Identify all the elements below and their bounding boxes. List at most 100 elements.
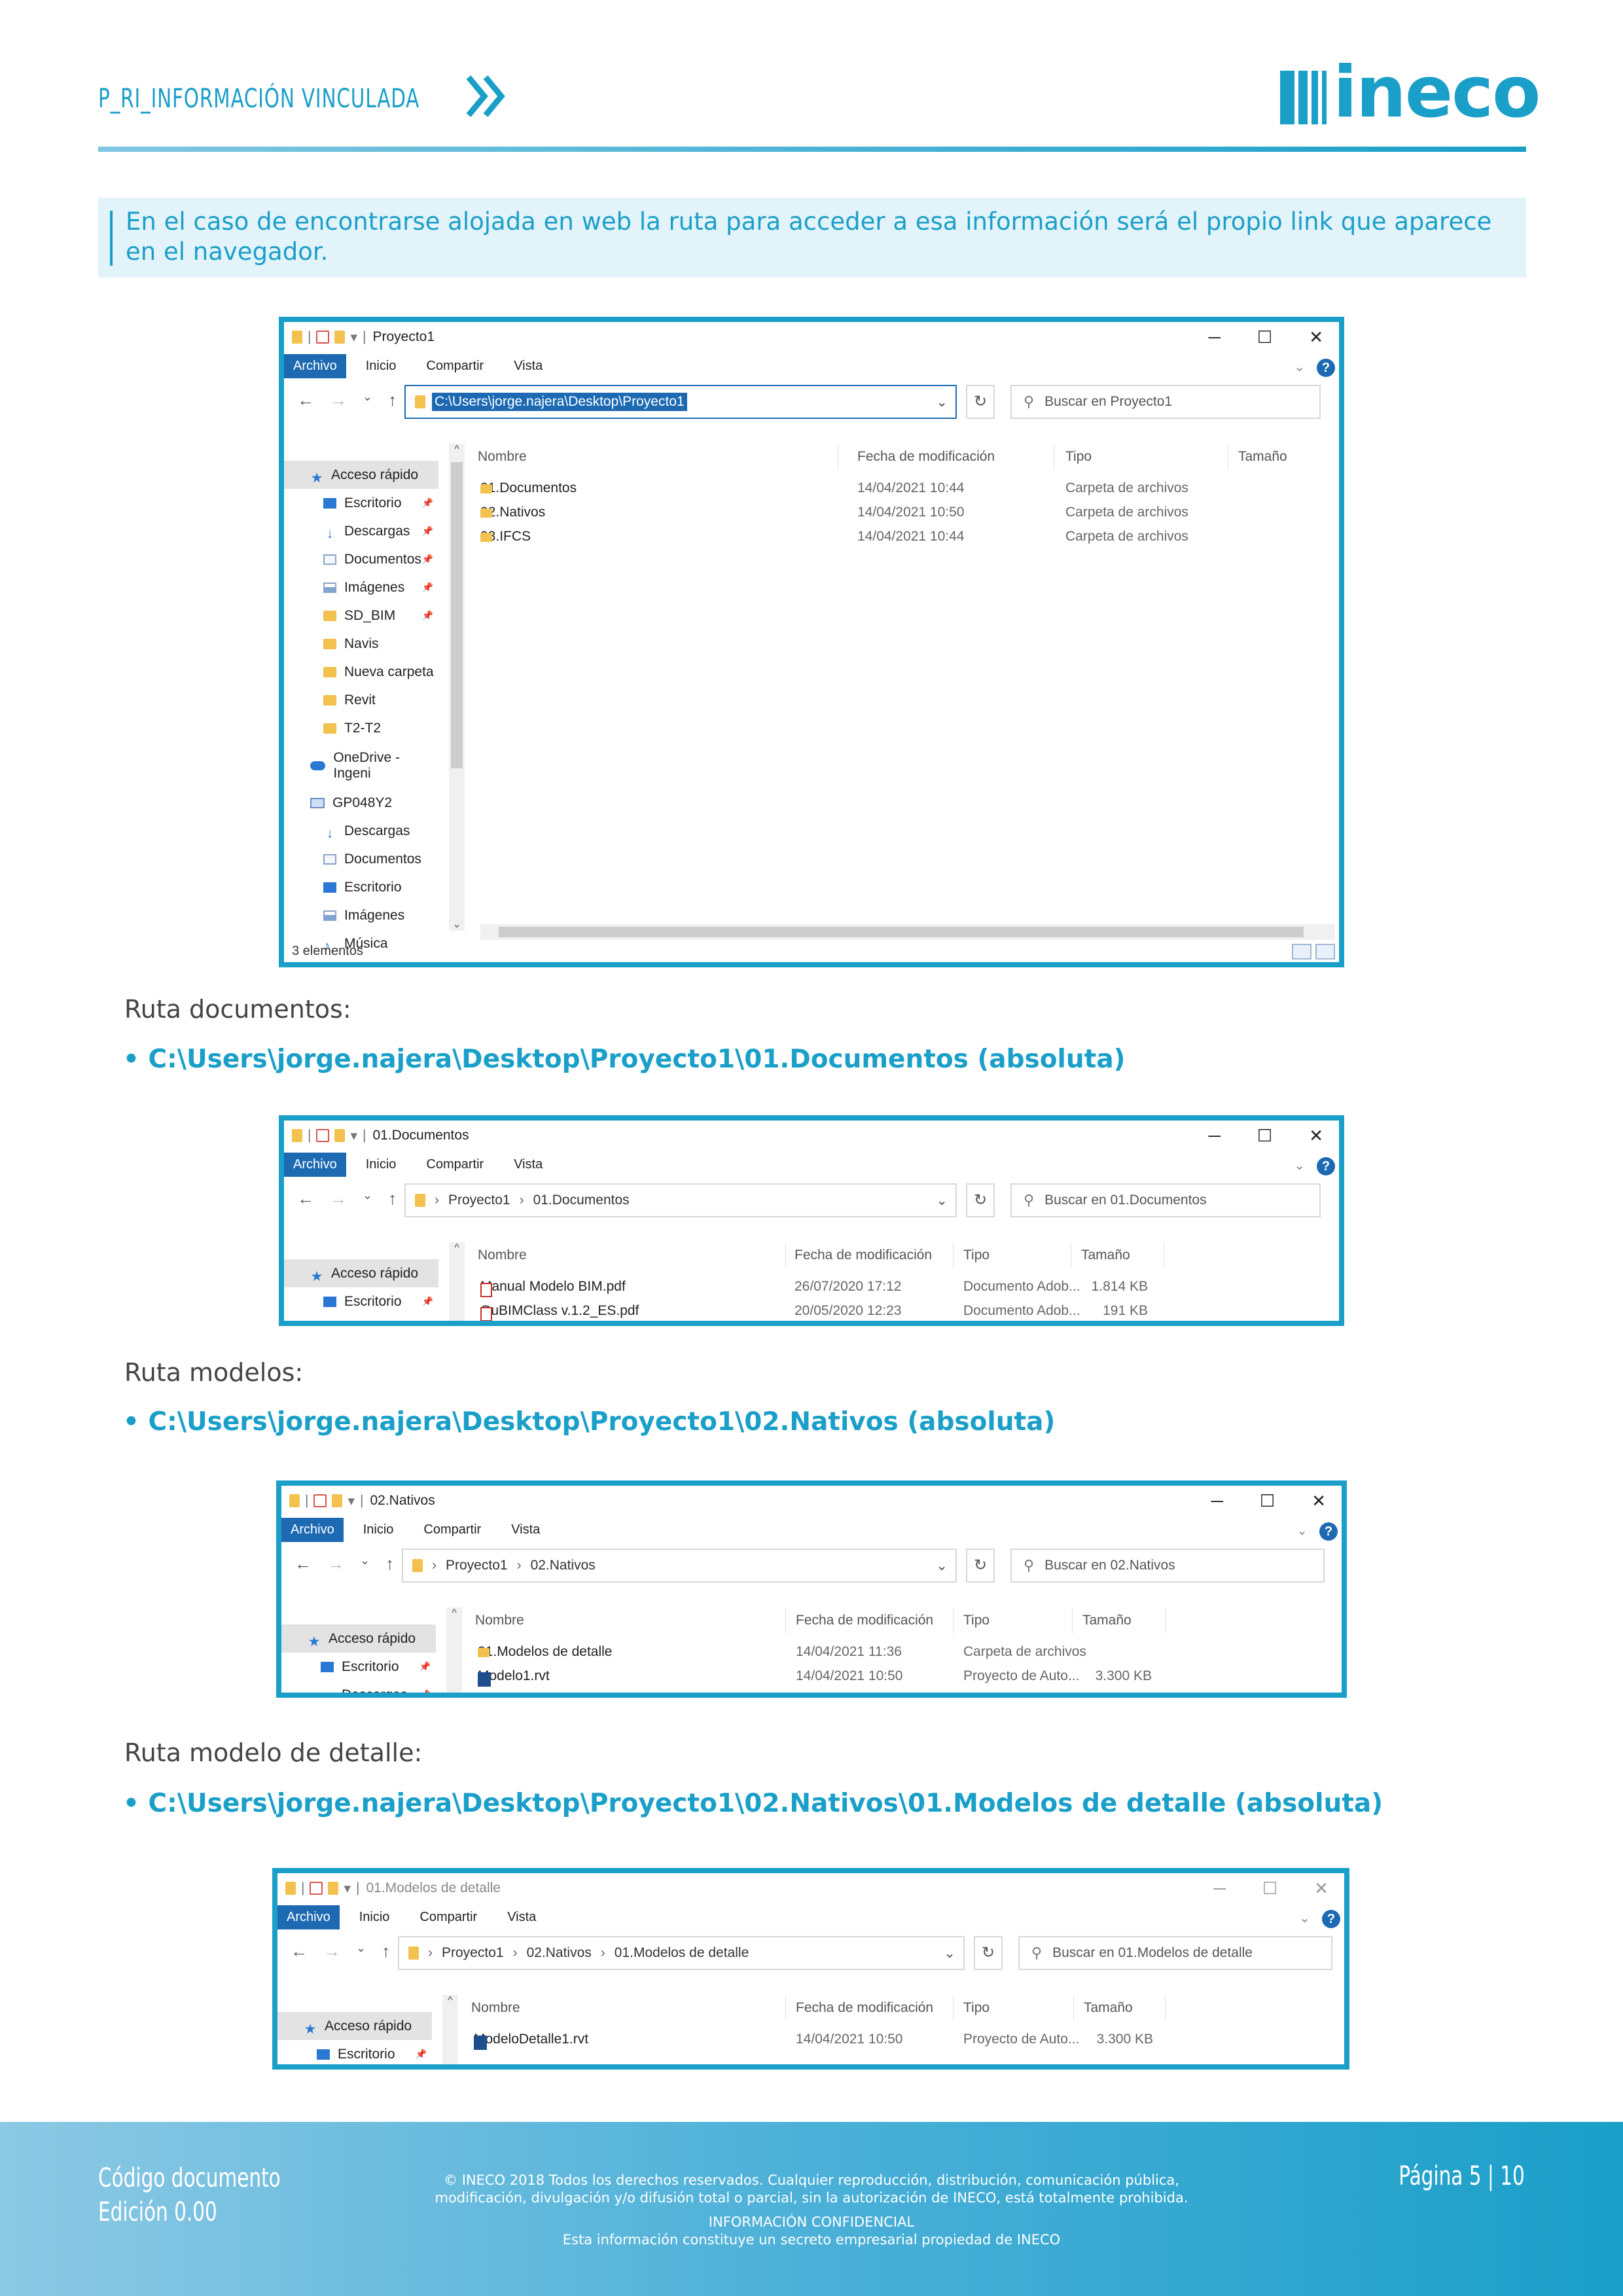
file-row[interactable]: 03.IFCS 14/04/2021 10:44 Carpeta de archiv… [480, 525, 1331, 548]
address-bar[interactable]: › Proyecto1 › 02.Nativos › 01.Modelos de de… [398, 1936, 965, 1970]
sidebar-scrollbar[interactable]: ^ [446, 1607, 462, 1693]
sidebar-item[interactable]: ★ Acceso rápido [281, 1624, 436, 1653]
tab-vista[interactable]: Vista [511, 1522, 540, 1537]
column-tipo[interactable]: Tipo [963, 2000, 990, 2016]
help-button[interactable]: ? [1319, 1522, 1338, 1541]
tab-archivo[interactable]: Archivo [284, 1152, 346, 1177]
column-fecha[interactable]: Fecha de modificación [796, 2000, 933, 2016]
scroll-thumb[interactable] [451, 462, 463, 768]
forward-arrow-icon[interactable]: → [330, 390, 347, 410]
sidebar-item[interactable]: ★ Acceso rápido [284, 461, 438, 489]
close-button[interactable]: ✕ [1311, 1491, 1326, 1511]
address-text[interactable]: C:\Users\jorge.najera\Desktop\Proyecto1 [432, 393, 687, 411]
column-tamano[interactable]: Tamaño [1238, 449, 1287, 465]
forward-arrow-icon[interactable]: → [323, 1941, 340, 1962]
expand-ribbon-icon[interactable]: ⌄ [1294, 359, 1305, 375]
file-row[interactable]: ModeloDetalle1.rvt 14/04/2021 10:50 Proyec… [474, 2028, 1338, 2051]
sidebar-item[interactable]: SD_BIM 📌 [284, 601, 438, 630]
sidebar-scrollbar[interactable]: ^ [449, 1242, 465, 1321]
properties-icon[interactable] [316, 1129, 330, 1142]
column-nombre[interactable]: Nombre [478, 1247, 527, 1263]
column-tipo[interactable]: Tipo [963, 1247, 990, 1263]
tab-archivo[interactable]: Archivo [277, 1905, 340, 1929]
recent-dropdown-icon[interactable]: ⌄ [356, 1941, 366, 1962]
sidebar-item[interactable]: ★ Acceso rápido [277, 2012, 432, 2040]
recent-dropdown-icon[interactable]: ⌄ [363, 1189, 372, 1209]
back-arrow-icon[interactable]: ← [294, 1554, 312, 1574]
tab-compartir[interactable]: Compartir [419, 1910, 477, 1925]
recent-dropdown-icon[interactable]: ⌄ [363, 390, 372, 410]
up-arrow-icon[interactable]: ↑ [385, 1554, 394, 1574]
tab-inicio[interactable]: Inicio [359, 1910, 390, 1925]
address-bar[interactable]: › Proyecto1 › 01.Documentos ⌄ [404, 1183, 957, 1217]
sidebar-scrollbar[interactable]: ^ ⌄ [449, 444, 465, 931]
maximize-button[interactable]: ☐ [1262, 1878, 1277, 1899]
scroll-up-icon[interactable]: ^ [449, 1242, 465, 1254]
breadcrumb-proyecto1[interactable]: Proyecto1 [448, 1193, 510, 1208]
breadcrumb-nativos[interactable]: 02.Nativos [531, 1558, 596, 1573]
close-button[interactable]: ✕ [1314, 1878, 1329, 1899]
tab-archivo[interactable]: Archivo [281, 1517, 344, 1542]
expand-ribbon-icon[interactable]: ⌄ [1296, 1522, 1308, 1539]
breadcrumb-proyecto1[interactable]: Proyecto1 [442, 1945, 504, 1961]
close-button[interactable]: ✕ [1309, 327, 1323, 348]
tab-vista[interactable]: Vista [507, 1910, 536, 1925]
sidebar-item[interactable]: GP048Y2 [284, 789, 438, 817]
expand-ribbon-icon[interactable]: ⌄ [1299, 1910, 1310, 1926]
minimize-button[interactable]: ─ [1208, 327, 1220, 348]
sidebar-item[interactable]: Escritorio 📌 [284, 489, 438, 517]
maximize-button[interactable]: ☐ [1257, 1126, 1272, 1146]
minimize-button[interactable]: ─ [1211, 1491, 1222, 1511]
sidebar-item[interactable]: Escritorio [284, 873, 438, 901]
file-row[interactable]: Modelo1.rvt 14/04/2021 10:50 Proyecto de A… [478, 1664, 1335, 1688]
sidebar-item[interactable]: Documentos 📌 [284, 545, 438, 573]
sidebar-item[interactable]: Escritorio 📌 [277, 2040, 432, 2064]
quick-access-dropdown-icon[interactable]: ▾ [348, 1493, 355, 1509]
breadcrumb-modelos-detalle[interactable]: 01.Modelos de detalle [615, 1945, 749, 1961]
scroll-up-icon[interactable]: ^ [446, 1607, 462, 1619]
sidebar-item[interactable]: OneDrive - Ingeni [284, 750, 438, 781]
scroll-down-icon[interactable]: ⌄ [449, 918, 465, 931]
column-tamano[interactable]: Tamaño [1081, 1247, 1130, 1263]
tab-vista[interactable]: Vista [514, 1157, 543, 1172]
new-folder-icon[interactable] [332, 1494, 343, 1507]
maximize-button[interactable]: ☐ [1260, 1491, 1275, 1511]
file-row[interactable]: Manual Modelo BIM.pdf 26/07/2020 17:12 Doc… [480, 1275, 1331, 1299]
properties-icon[interactable] [316, 331, 330, 344]
maximize-button[interactable]: ☐ [1257, 327, 1272, 348]
file-row[interactable]: 01.Documentos 14/04/2021 10:44 Carpeta de … [480, 476, 1331, 500]
column-tipo[interactable]: Tipo [1065, 449, 1092, 465]
column-tamano[interactable]: Tamaño [1084, 2000, 1133, 2016]
help-button[interactable]: ? [1322, 1910, 1340, 1928]
breadcrumb-proyecto1[interactable]: Proyecto1 [446, 1558, 508, 1573]
sidebar-item[interactable]: T2-T2 [284, 714, 438, 742]
scroll-up-icon[interactable]: ^ [442, 1995, 458, 2007]
help-button[interactable]: ? [1317, 1157, 1335, 1175]
sidebar-item[interactable]: Escritorio 📌 [284, 1287, 438, 1316]
close-button[interactable]: ✕ [1309, 1126, 1323, 1146]
column-nombre[interactable]: Nombre [475, 1613, 524, 1628]
breadcrumb-documentos[interactable]: 01.Documentos [533, 1193, 630, 1208]
forward-arrow-icon[interactable]: → [327, 1554, 344, 1574]
sidebar-item[interactable]: Documentos [284, 845, 438, 873]
tab-inicio[interactable]: Inicio [363, 1522, 394, 1537]
sidebar-item[interactable]: ↓ Descargas 📌 [281, 1681, 436, 1693]
file-row[interactable]: GuBIMClass v.1.2_ES.pdf 20/05/2020 12:23 D… [480, 1299, 1331, 1321]
address-bar[interactable]: C:\Users\jorge.najera\Desktop\Proyecto1 … [404, 385, 957, 419]
back-arrow-icon[interactable]: ← [297, 390, 314, 410]
tab-compartir[interactable]: Compartir [426, 1157, 484, 1172]
file-row[interactable]: 02.Nativos 14/04/2021 10:50 Carpeta de arc… [480, 501, 1331, 524]
back-arrow-icon[interactable]: ← [291, 1941, 308, 1962]
recent-dropdown-icon[interactable]: ⌄ [360, 1554, 370, 1574]
minimize-button[interactable]: ─ [1208, 1126, 1220, 1146]
sidebar-item[interactable]: Escritorio 📌 [281, 1653, 436, 1681]
file-row[interactable]: 01.Modelos de detalle 14/04/2021 11:36 Car… [478, 1640, 1335, 1664]
forward-arrow-icon[interactable]: → [330, 1189, 347, 1209]
minimize-button[interactable]: ─ [1213, 1878, 1225, 1899]
address-dropdown-icon[interactable]: ⌄ [936, 1558, 948, 1574]
help-button[interactable]: ? [1317, 359, 1335, 377]
tab-vista[interactable]: Vista [514, 359, 543, 374]
back-arrow-icon[interactable]: ← [297, 1189, 314, 1209]
tab-inicio[interactable]: Inicio [366, 359, 397, 374]
address-dropdown-icon[interactable]: ⌄ [936, 394, 948, 410]
